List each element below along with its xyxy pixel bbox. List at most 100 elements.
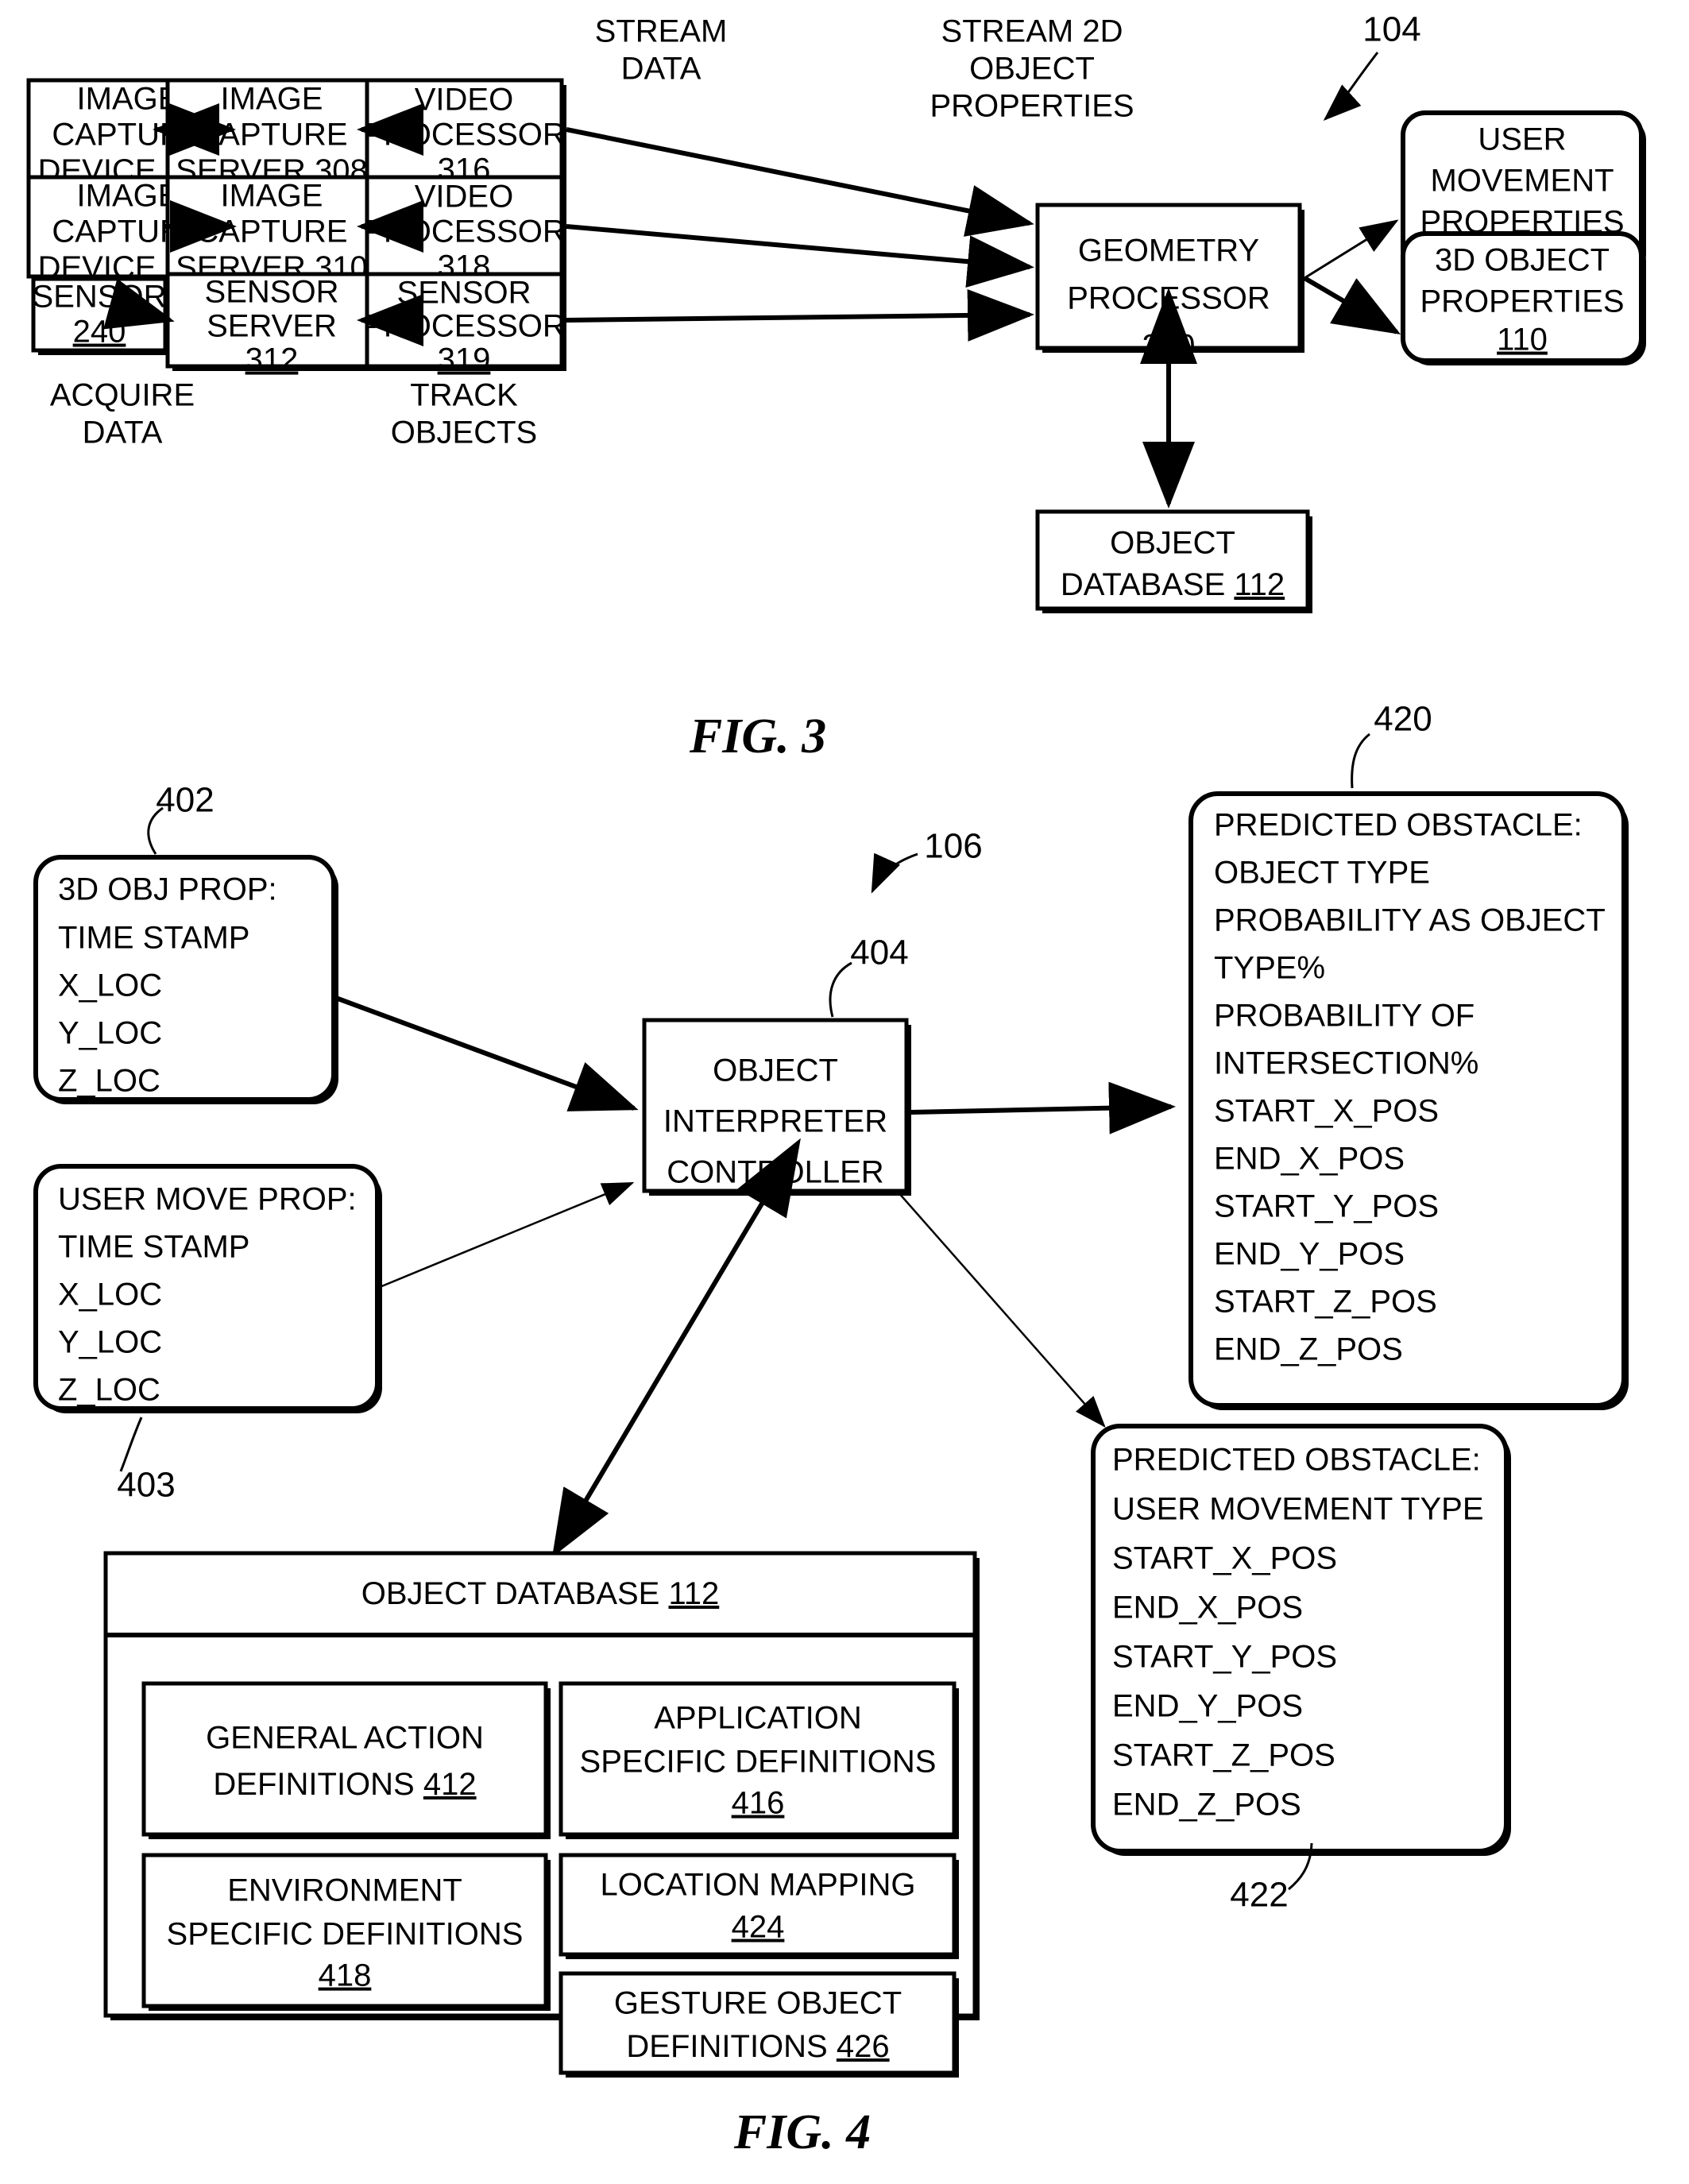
- box-line-1: 3D OBJECT: [1435, 243, 1610, 278]
- ref-number-404: 404: [850, 934, 908, 972]
- obstacle422-line-3: END_X_POS: [1112, 1591, 1303, 1625]
- box-3d-object-properties-110: 3D OBJECT PROPERTIES 110: [1401, 231, 1646, 365]
- figure-4: 3D OBJ PROP: TIME STAMP X_LOC Y_LOC Z_LO…: [33, 700, 1629, 2159]
- label-stream2d-line1: STREAM 2D: [941, 14, 1123, 49]
- obstacle422-line-2: START_X_POS: [1112, 1541, 1337, 1576]
- box-line-2: PROCESSOR: [362, 215, 566, 249]
- arrow-geometry-to-user-movement-properties: [1304, 219, 1399, 280]
- box-line-1: USER: [1478, 122, 1566, 157]
- obstacle422-line-5: END_Y_POS: [1112, 1689, 1303, 1724]
- cell-ref-number: 424: [732, 1910, 785, 1945]
- arrow-controller-objectdb-bidirectional: [551, 1138, 801, 1558]
- objectdb-header-text: OBJECT DATABASE: [361, 1576, 669, 1611]
- arrow-controller-to-obstacle-420: [910, 1081, 1176, 1135]
- ref-number-422: 422: [1230, 1876, 1288, 1915]
- cell-environment-specific-definitions-418: ENVIRONMENT SPECIFIC DEFINITIONS 418: [141, 1853, 551, 2011]
- cell-ref-number: 412: [423, 1767, 477, 1802]
- ref-leader-420: 420: [1351, 700, 1432, 789]
- box-ref-number: 320: [1142, 329, 1196, 364]
- arrow-geometry-to-3d-object-properties: [1303, 276, 1401, 335]
- ref-number-420: 420: [1374, 700, 1432, 739]
- obstacle420-line-5: INTERSECTION%: [1214, 1046, 1478, 1081]
- cell-line-1: GESTURE OBJECT: [614, 1986, 902, 2021]
- objprop-field-2: Y_LOC: [58, 1016, 162, 1051]
- obstacle420-line-7: END_X_POS: [1214, 1142, 1405, 1177]
- box-line-2: PROPERTIES: [1420, 284, 1624, 319]
- cell-location-mapping-424: LOCATION MAPPING 424: [558, 1853, 959, 1959]
- box-ref-number: 112: [1234, 567, 1285, 602]
- box-line-1: SENSOR: [397, 276, 531, 311]
- controller-line-2: INTERPRETER: [663, 1104, 887, 1139]
- obstacle422-line-1: USER MOVEMENT TYPE: [1112, 1492, 1484, 1527]
- svg-text:DATABASE 112: DATABASE 112: [1061, 567, 1285, 602]
- box-ref-number: 319: [438, 342, 491, 377]
- svg-text:OBJECT DATABASE 112: OBJECT DATABASE 112: [361, 1576, 720, 1611]
- ref-number-104: 104: [1362, 10, 1420, 49]
- obstacle420-line-4: PROBABILITY OF: [1214, 999, 1474, 1034]
- cell-ref-number: 426: [837, 2029, 890, 2064]
- cell-line-2: DEFINITIONS: [213, 1767, 423, 1802]
- box-object-interpreter-controller: OBJECT INTERPRETER CONTROLLER: [642, 1018, 911, 1196]
- cell-line-1: GENERAL ACTION: [206, 1721, 484, 1756]
- obstacle420-line-2: PROBABILITY AS OBJECT: [1214, 903, 1606, 938]
- box-line-1: SENSOR: [33, 280, 167, 315]
- cell-application-specific-definitions-416: APPLICATION SPECIFIC DEFINITIONS 416: [558, 1681, 959, 1839]
- box-sensor-240: SENSOR 240: [31, 276, 170, 355]
- ref-number-403: 403: [117, 1466, 175, 1505]
- controller-line-3: CONTROLLER: [667, 1155, 883, 1190]
- box-geometry-processor-320: GEOMETRY PROCESSOR 320: [1035, 203, 1304, 364]
- obstacle420-line-11: END_Z_POS: [1214, 1332, 1403, 1367]
- box-line-1: VIDEO: [415, 83, 513, 118]
- label-track-objects-line1: TRACK: [410, 378, 518, 413]
- obstacle422-line-6: START_Z_POS: [1112, 1738, 1335, 1773]
- ref-number-106: 106: [924, 827, 982, 866]
- ref-leader-403: 403: [117, 1417, 176, 1505]
- objprop-field-0: TIME STAMP: [58, 921, 249, 956]
- box-predicted-obstacle-420: PREDICTED OBSTACLE: OBJECT TYPE PROBABIL…: [1188, 791, 1629, 1410]
- obstacle420-line-0: PREDICTED OBSTACLE:: [1214, 808, 1583, 843]
- box-object-database-112: OBJECT DATABASE 112: [1035, 509, 1312, 613]
- box-predicted-obstacle-422: PREDICTED OBSTACLE: USER MOVEMENT TYPE S…: [1091, 1424, 1511, 1856]
- arrow-vp318-to-geometry: [566, 224, 1034, 288]
- box-line-2: DATABASE: [1061, 567, 1235, 602]
- obstacle420-line-8: START_Y_POS: [1214, 1189, 1439, 1224]
- obstacle420-line-10: START_Z_POS: [1214, 1285, 1437, 1320]
- usermove-field-3: Z_LOC: [58, 1373, 160, 1408]
- label-acquire-data-line2: DATA: [83, 416, 163, 450]
- obstacle420-line-9: END_Y_POS: [1214, 1237, 1405, 1272]
- objectdb-header-number: 112: [668, 1576, 719, 1611]
- panel-object-database-112: OBJECT DATABASE 112 GENERAL ACTION DEFIN…: [103, 1551, 980, 2078]
- box-3d-obj-prop-402: 3D OBJ PROP: TIME STAMP X_LOC Y_LOC Z_LO…: [33, 855, 338, 1104]
- cell-line-2: SPECIFIC DEFINITIONS: [167, 1917, 524, 1952]
- cell-line-1: APPLICATION: [654, 1701, 862, 1736]
- box-line-2: SERVER: [207, 309, 337, 344]
- label-stream2d-line3: PROPERTIES: [930, 89, 1134, 124]
- arrow-sp319-to-geometry: [566, 288, 1034, 342]
- objprop-title: 3D OBJ PROP:: [58, 872, 277, 907]
- arrow-vp316-to-geometry: [566, 127, 1034, 237]
- box-line-2: MOVEMENT: [1430, 164, 1614, 199]
- obstacle420-line-1: OBJECT TYPE: [1214, 856, 1430, 891]
- ref-leader-106: 106: [871, 827, 983, 894]
- ref-number-402: 402: [156, 781, 214, 820]
- box-line-1: IMAGE: [77, 179, 180, 214]
- figure-3: IMAGE CAPTURE DEVICE 202 IMAGE CAPTURE S…: [26, 10, 1646, 763]
- label-acquire-data-line1: ACQUIRE: [50, 378, 195, 413]
- label-stream2d-line2: OBJECT: [969, 52, 1095, 87]
- arrow-controller-to-obstacle-422: [897, 1191, 1106, 1428]
- box-line-2: CAPTURE: [195, 118, 347, 153]
- cell-ref-number: 418: [319, 1958, 372, 1993]
- figure-3-caption: FIG. 3: [689, 709, 826, 763]
- figure-4-caption: FIG. 4: [733, 2105, 871, 2159]
- objprop-field-1: X_LOC: [58, 968, 162, 1003]
- box-line-1: OBJECT: [1110, 526, 1235, 561]
- box-ref-number: 312: [245, 342, 299, 377]
- cell-line-2: DEFINITIONS: [626, 2029, 836, 2064]
- svg-text:DEFINITIONS 426: DEFINITIONS 426: [626, 2029, 889, 2064]
- cell-general-action-definitions-412: GENERAL ACTION DEFINITIONS 412: [141, 1681, 551, 1839]
- box-line-1: IMAGE: [221, 179, 323, 214]
- box-ref-number: 110: [1497, 323, 1548, 358]
- box-line-2: PROCESSOR: [362, 309, 566, 344]
- label-stream-data-line2: DATA: [621, 52, 701, 87]
- arrow-403-to-controller: [379, 1181, 635, 1289]
